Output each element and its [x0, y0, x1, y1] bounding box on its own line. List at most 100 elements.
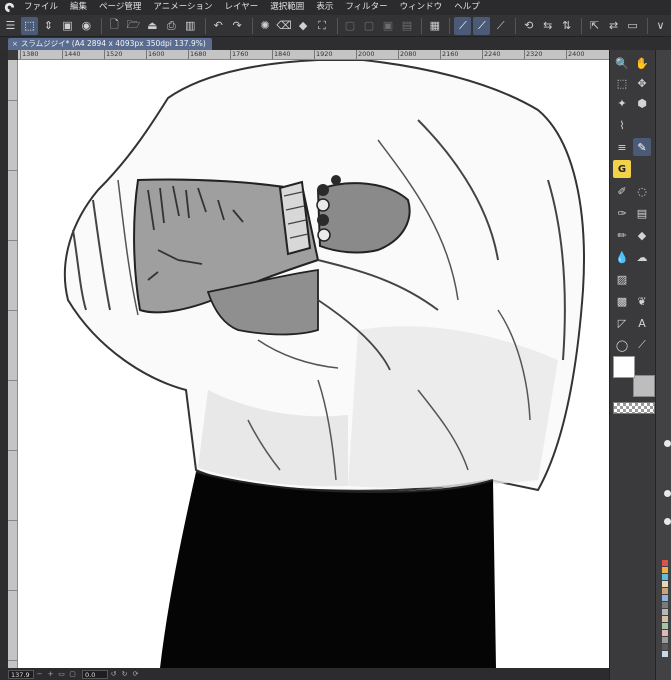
lasso-tool-icon[interactable]: ◌ — [633, 182, 651, 200]
hatching-tool-icon[interactable]: ▤ — [633, 204, 651, 222]
fill-icon[interactable]: ◆ — [295, 17, 312, 35]
zoom-tool-icon[interactable]: 🔍 — [613, 54, 631, 72]
redo-icon[interactable]: ↷ — [229, 17, 246, 35]
decoration-tool-icon[interactable]: ❦ — [633, 292, 651, 310]
brush-tool-icon[interactable]: ✐ — [613, 182, 631, 200]
companion-mode-icon[interactable]: ⇱ — [586, 17, 603, 35]
text-tool-icon[interactable]: A — [633, 314, 651, 332]
toolbar-chevron-icon[interactable]: ∨ — [652, 17, 669, 35]
correct-line-tool-icon[interactable]: ⟋ — [633, 336, 651, 354]
eraser-tool-icon[interactable]: ◆ — [633, 226, 651, 244]
loading-icon[interactable]: ✺ — [257, 17, 274, 35]
gradient-tool-icon[interactable]: ▨ — [613, 270, 631, 288]
deselect-icon[interactable]: ▢ — [360, 17, 377, 35]
reset-rotation-icon[interactable]: ⟳ — [130, 670, 141, 678]
special-ruler-snap-icon[interactable]: ⟋ — [473, 16, 491, 35]
menu-window[interactable]: ウィンドウ — [394, 0, 449, 15]
object-tool-icon[interactable]: ⬢ — [633, 94, 651, 112]
selection-tool-icon[interactable]: ⬚ — [613, 74, 631, 92]
foreground-color-swatch-top[interactable] — [613, 356, 635, 378]
ruler-horizontal[interactable]: 1380 1440 1520 1600 1680 1760 1840 1920 … — [18, 50, 609, 60]
stepper-icon[interactable]: ⇕ — [40, 17, 57, 35]
palette-swatch[interactable] — [662, 630, 668, 636]
fill-tool-icon[interactable]: ▩ — [613, 292, 631, 310]
hand-tool-icon[interactable]: ✋ — [633, 54, 651, 72]
actual-size-icon[interactable]: ▢ — [67, 670, 78, 678]
ruler-vertical[interactable] — [8, 60, 18, 668]
fit-screen-icon[interactable]: ▭ — [56, 670, 67, 678]
flip-vertical-icon[interactable]: ⇅ — [558, 17, 575, 35]
zoom-out-icon[interactable]: − — [34, 670, 45, 678]
palette-swatch[interactable] — [662, 644, 668, 650]
drawing-canvas[interactable] — [18, 60, 609, 668]
blend-tool-icon[interactable]: 💧 — [613, 248, 631, 266]
undo-icon[interactable]: ↶ — [210, 17, 227, 35]
airbrush-tool-icon[interactable]: ☁ — [633, 248, 651, 266]
palette-swatch[interactable] — [662, 616, 668, 622]
zoom-field[interactable]: 137.9 — [8, 669, 34, 679]
slider-handle[interactable] — [664, 518, 671, 525]
select-all-icon[interactable]: ▢ — [342, 17, 359, 35]
balloon-tool-icon[interactable]: ◯ — [613, 336, 631, 354]
ruler-snap-icon[interactable]: ⟋ — [454, 16, 472, 35]
menu-file[interactable]: ファイル — [18, 0, 64, 15]
menu-layer[interactable]: レイヤー — [219, 0, 265, 15]
palette-swatch[interactable] — [662, 609, 668, 615]
menu-page-management[interactable]: ページ管理 — [93, 0, 147, 15]
palette-swatch[interactable] — [662, 595, 668, 601]
export-icon[interactable]: ⎙ — [163, 17, 180, 35]
selection-border-icon[interactable]: ▤ — [398, 17, 415, 35]
palette-swatch[interactable] — [662, 588, 668, 594]
palette-swatch[interactable] — [662, 651, 668, 657]
close-tab-icon[interactable]: × — [12, 38, 18, 50]
auto-select-tool-icon[interactable]: ✦ — [613, 94, 631, 112]
palette-swatch[interactable] — [662, 567, 668, 573]
lines-tool-icon[interactable]: ≡ — [613, 138, 631, 156]
pen-tool-icon[interactable]: ✎ — [633, 138, 651, 156]
zoom-in-icon[interactable]: + — [45, 670, 56, 678]
rotate-view-icon[interactable]: ⟲ — [520, 17, 537, 35]
hamburger-menu-icon[interactable]: ☰ — [2, 17, 19, 35]
palette-swatch[interactable] — [662, 581, 668, 587]
layer-move-icon[interactable]: ▣ — [59, 17, 76, 35]
palette-swatch[interactable] — [662, 574, 668, 580]
grid-snap-icon[interactable]: ⟋ — [492, 17, 509, 35]
transparent-color-swatch[interactable] — [613, 402, 655, 414]
sync-icon[interactable]: ⇄ — [605, 17, 622, 35]
eyedropper-tool-icon[interactable]: ⌇ — [613, 116, 631, 134]
crop-icon[interactable]: ⛶ — [314, 17, 331, 35]
menu-view[interactable]: 表示 — [310, 0, 339, 15]
grid-icon[interactable]: ▦ — [426, 17, 443, 35]
rotate-left-icon[interactable]: ↺ — [108, 670, 119, 678]
slider-handle[interactable] — [664, 490, 671, 497]
menu-help[interactable]: ヘルプ — [448, 0, 486, 15]
transform-tool-icon[interactable]: ⬚ — [20, 16, 38, 35]
flip-horizontal-icon[interactable]: ⇆ — [539, 17, 556, 35]
book-icon[interactable]: ▥ — [182, 17, 199, 35]
background-color-swatch[interactable] — [633, 375, 655, 397]
clip-studio-icon[interactable] — [0, 0, 18, 15]
figure-tool-icon[interactable]: ◸ — [613, 314, 631, 332]
slider-handle[interactable] — [664, 440, 671, 447]
document-tab[interactable]: × スラムジジイ* (A4 2894 x 4093px 350dpi 137.9… — [8, 38, 212, 50]
new-file-icon[interactable]: 🗋 — [106, 17, 123, 35]
tablet-icon[interactable]: ▭ — [624, 17, 641, 35]
rotation-field[interactable]: 0.0 — [82, 669, 108, 679]
eye-settings-icon[interactable]: ◉ — [78, 17, 95, 35]
palette-swatch[interactable] — [662, 623, 668, 629]
marker-tool-icon[interactable]: ✑ — [613, 204, 631, 222]
invert-selection-icon[interactable]: ▣ — [379, 17, 396, 35]
menu-animation[interactable]: アニメーション — [147, 0, 218, 15]
menu-filter[interactable]: フィルター — [339, 0, 393, 15]
clear-layer-icon[interactable]: ⌫ — [276, 17, 293, 35]
menu-selection[interactable]: 選択範囲 — [264, 0, 310, 15]
save-icon[interactable]: ⏏ — [144, 17, 161, 35]
g-pen-icon[interactable]: G — [613, 160, 631, 178]
palette-swatch[interactable] — [662, 602, 668, 608]
menu-edit[interactable]: 編集 — [64, 0, 93, 15]
rotate-right-icon[interactable]: ↻ — [119, 670, 130, 678]
pencil-tool-icon[interactable]: ✏ — [613, 226, 631, 244]
open-folder-icon[interactable]: 🗁 — [125, 17, 142, 35]
palette-swatch[interactable] — [662, 637, 668, 643]
move-tool-icon[interactable]: ✥ — [633, 74, 651, 92]
